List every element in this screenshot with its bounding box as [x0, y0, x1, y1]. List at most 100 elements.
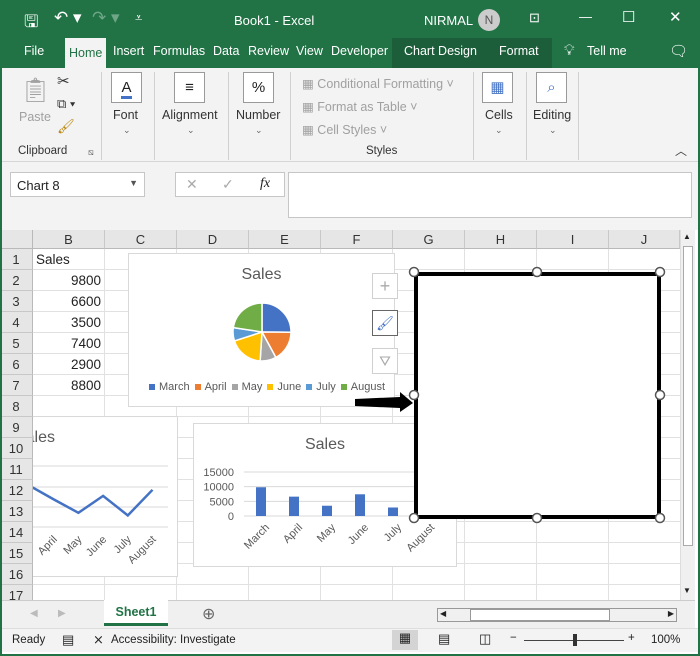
cells-icon[interactable]: ▦: [482, 72, 513, 103]
scroll-down-icon[interactable]: ▼: [683, 586, 691, 595]
chart-elements-button[interactable]: +: [372, 273, 398, 299]
selected-chart-area[interactable]: [414, 272, 661, 519]
zoom-in-button[interactable]: +: [628, 632, 635, 644]
font-icon[interactable]: A: [111, 72, 142, 103]
row-header-14[interactable]: 14: [0, 522, 33, 543]
legend-item-march[interactable]: March: [149, 381, 190, 393]
cell-J1[interactable]: [609, 249, 680, 270]
sheet-tab-sheet1[interactable]: Sheet1: [104, 600, 168, 626]
chart-filters-button[interactable]: ⛛: [372, 348, 398, 374]
zoom-out-button[interactable]: −: [510, 632, 517, 644]
cell-B1[interactable]: Sales: [33, 249, 105, 270]
row-header-6[interactable]: 6: [0, 354, 33, 375]
formula-input[interactable]: [288, 172, 692, 218]
pie-slice-march[interactable]: [261, 302, 292, 333]
tell-me-search[interactable]: Tell me: [584, 44, 630, 58]
cell-G17[interactable]: [393, 585, 465, 600]
row-header-2[interactable]: 2: [0, 270, 33, 291]
scroll-up-icon[interactable]: ▲: [683, 232, 691, 241]
column-header-E[interactable]: E: [249, 230, 321, 249]
tab-chart-design[interactable]: Chart Design: [401, 44, 480, 58]
cell-E17[interactable]: [249, 585, 321, 600]
cell-G1[interactable]: [393, 249, 465, 270]
cut-icon[interactable]: ✂: [57, 72, 70, 90]
chart-legend[interactable]: March April May June July August: [149, 381, 389, 393]
tab-file[interactable]: File: [21, 44, 47, 58]
bar-april[interactable]: [289, 496, 299, 516]
bar-july[interactable]: [388, 507, 398, 516]
next-sheet-icon[interactable]: ▶: [58, 608, 66, 619]
tab-view[interactable]: View: [293, 44, 326, 58]
column-header-J[interactable]: J: [609, 230, 680, 249]
cell-styles-button[interactable]: ▦ Cell Styles ˅: [302, 122, 387, 137]
row-header-11[interactable]: 11: [0, 459, 33, 480]
row-header-12[interactable]: 12: [0, 480, 33, 501]
cell-D16[interactable]: [177, 564, 249, 585]
horizontal-scrollbar[interactable]: ◀ ▶: [437, 608, 677, 622]
cell-H16[interactable]: [465, 564, 537, 585]
enter-icon[interactable]: ✓: [222, 176, 234, 193]
conditional-formatting-button[interactable]: ▦ Conditional Formatting ˅: [302, 76, 454, 91]
pie-slice-august[interactable]: [232, 302, 263, 333]
save-icon[interactable]: 🖫: [24, 9, 38, 38]
add-sheet-icon[interactable]: ⊕: [202, 604, 215, 624]
number-icon[interactable]: %: [243, 72, 274, 103]
macro-recording-icon[interactable]: ▤: [62, 632, 74, 648]
cell-I1[interactable]: [537, 249, 609, 270]
cell-B6[interactable]: 2900: [33, 354, 105, 375]
bar-march[interactable]: [256, 487, 266, 516]
cell-E16[interactable]: [249, 564, 321, 585]
row-header-7[interactable]: 7: [0, 375, 33, 396]
legend-item-august[interactable]: August: [340, 381, 385, 393]
hscroll-thumb[interactable]: [470, 609, 610, 621]
cell-I16[interactable]: [537, 564, 609, 585]
cell-I17[interactable]: [537, 585, 609, 600]
undo-icon[interactable]: ↶ ▾: [54, 8, 82, 28]
tab-developer[interactable]: Developer: [328, 44, 391, 58]
row-header-10[interactable]: 10: [0, 438, 33, 459]
search-icon[interactable]: ⌕: [536, 72, 567, 103]
editing-button[interactable]: Editing: [533, 108, 571, 122]
user-name[interactable]: NIRMAL: [424, 13, 473, 28]
avatar[interactable]: N: [478, 9, 500, 31]
cell-G16[interactable]: [393, 564, 465, 585]
tab-home[interactable]: Home: [65, 38, 107, 68]
legend-item-april[interactable]: April: [194, 381, 227, 393]
line-chart[interactable]: Sales MarchAprilMayJuneJulyAugust: [33, 416, 178, 577]
vertical-scrollbar[interactable]: ▲ ▼: [680, 230, 695, 600]
column-header-H[interactable]: H: [465, 230, 537, 249]
column-header-F[interactable]: F: [321, 230, 393, 249]
cell-H14[interactable]: [465, 522, 537, 543]
cell-F17[interactable]: [321, 585, 393, 600]
pie-chart[interactable]: Sales March April May June July August: [128, 253, 395, 407]
alignment-button[interactable]: Alignment: [162, 108, 218, 122]
select-all-button[interactable]: [0, 230, 33, 249]
chart-styles-button[interactable]: 🖌︎: [372, 310, 398, 336]
row-header-16[interactable]: 16: [0, 564, 33, 585]
cell-J17[interactable]: [609, 585, 680, 600]
insert-function-button[interactable]: fx: [260, 176, 270, 192]
legend-item-june[interactable]: June: [267, 381, 301, 393]
collapse-ribbon-icon[interactable]: ︿: [675, 142, 687, 159]
bar-may[interactable]: [322, 505, 332, 516]
cancel-icon[interactable]: ✕: [186, 176, 198, 193]
format-painter-icon[interactable]: 🖌︎: [57, 118, 75, 135]
normal-view-icon[interactable]: ▦: [392, 630, 418, 650]
font-button[interactable]: Font: [113, 108, 138, 122]
scroll-thumb[interactable]: [683, 246, 693, 546]
row-header-4[interactable]: 4: [0, 312, 33, 333]
row-header-15[interactable]: 15: [0, 543, 33, 564]
tab-format[interactable]: Format: [496, 44, 542, 58]
row-header-13[interactable]: 13: [0, 501, 33, 522]
row-header-5[interactable]: 5: [0, 333, 33, 354]
cell-B5[interactable]: 7400: [33, 333, 105, 354]
cell-B7[interactable]: 8800: [33, 375, 105, 396]
tab-review[interactable]: Review: [245, 44, 292, 58]
accessibility-status[interactable]: Accessibility: Investigate: [111, 634, 236, 646]
zoom-slider-thumb[interactable]: [573, 634, 577, 646]
column-header-C[interactable]: C: [105, 230, 177, 249]
row-header-3[interactable]: 3: [0, 291, 33, 312]
bar-june[interactable]: [355, 494, 365, 516]
copy-icon[interactable]: ⧉ ▾: [57, 96, 75, 112]
cell-B3[interactable]: 6600: [33, 291, 105, 312]
